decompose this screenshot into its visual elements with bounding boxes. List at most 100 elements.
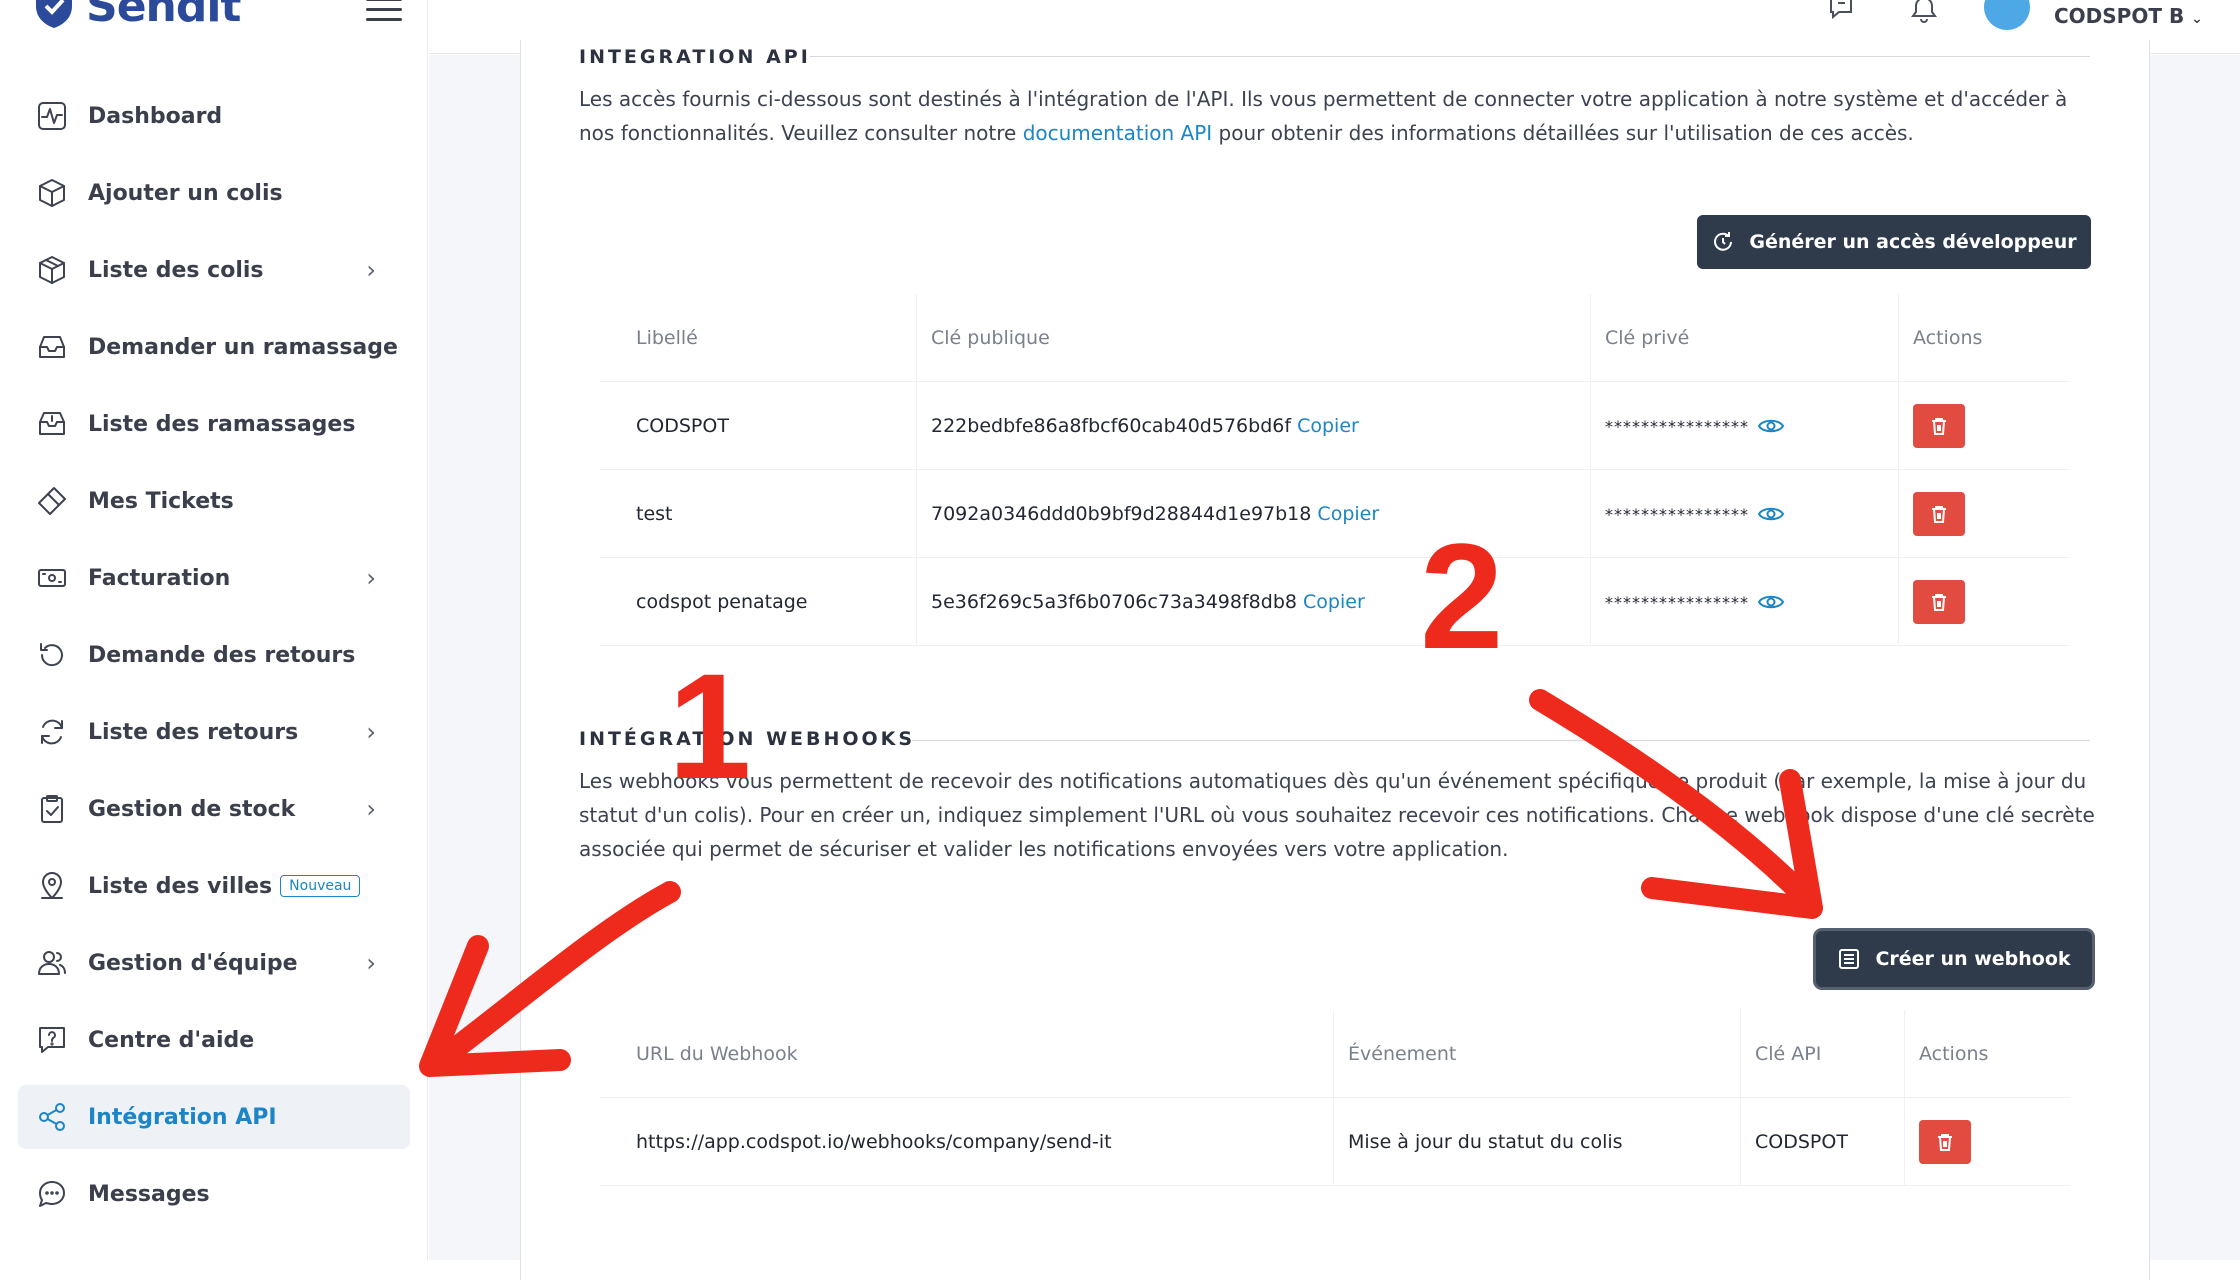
column-header: Événement bbox=[1333, 1010, 1740, 1098]
key-label: CODSPOT bbox=[600, 382, 916, 470]
sidebar-item-label: Ajouter un colis bbox=[88, 180, 283, 206]
sidebar: Sendit Dashboard Ajouter un colis Liste … bbox=[0, 0, 428, 1260]
table-header-row: URL du Webhook Événement Clé API Actions bbox=[600, 1010, 2070, 1098]
generate-button-label: Générer un accès développeur bbox=[1749, 231, 2077, 253]
table-header-row: Libellé Clé publique Clé privé Actions bbox=[600, 294, 2070, 382]
ticket-icon bbox=[34, 483, 70, 519]
public-key: 5e36f269c5a3f6b0706c73a3498f8db8 bbox=[931, 590, 1297, 613]
webhooks-description: Les webhooks vous permettent de recevoir… bbox=[579, 769, 2095, 861]
chat-bubbles-icon[interactable] bbox=[1825, 0, 1859, 28]
sidebar-item-label: Centre d'aide bbox=[88, 1027, 255, 1053]
sidebar-item-return-list[interactable]: Liste des retours › bbox=[18, 700, 410, 764]
create-webhook-button[interactable]: Créer un webhook bbox=[1816, 931, 2092, 987]
sidebar-item-request-pickup[interactable]: Demander un ramassage bbox=[18, 315, 410, 379]
table-row: CODSPOT 222bedbfe86a8fbcf60cab40d576bd6f… bbox=[600, 382, 2070, 470]
sidebar-item-team[interactable]: Gestion d'équipe › bbox=[18, 931, 410, 995]
private-key-cell: **************** bbox=[1590, 558, 1898, 646]
sidebar-item-label: Intégration API bbox=[88, 1104, 277, 1130]
copy-link[interactable]: Copier bbox=[1303, 591, 1365, 613]
refresh-icon bbox=[1714, 232, 1733, 251]
pulse-icon bbox=[34, 98, 70, 134]
sidebar-item-label: Demande des retours bbox=[88, 642, 356, 668]
chevron-right-icon: › bbox=[366, 256, 376, 284]
sidebar-item-parcel-list[interactable]: Liste des colis › bbox=[18, 238, 410, 302]
copy-link[interactable]: Copier bbox=[1297, 415, 1359, 437]
sidebar-item-label: Messages bbox=[88, 1181, 210, 1207]
public-key: 7092a0346ddd0b9bf9d28844d1e97b18 bbox=[931, 502, 1312, 525]
sidebar-item-label: Demander un ramassage bbox=[88, 334, 398, 360]
sidebar-item-help[interactable]: Centre d'aide bbox=[18, 1008, 410, 1072]
delete-button[interactable] bbox=[1919, 1119, 1971, 1164]
generate-developer-access-button[interactable]: Générer un accès développeur bbox=[1697, 215, 2091, 269]
trash-icon bbox=[1932, 505, 1946, 523]
delete-button[interactable] bbox=[1913, 403, 1965, 448]
chevron-down-icon: ⌄ bbox=[2191, 11, 2203, 27]
sidebar-item-label: Liste des colis bbox=[88, 257, 264, 283]
public-key-cell: 222bedbfe86a8fbcf60cab40d576bd6f Copier bbox=[916, 382, 1590, 470]
chevron-right-icon: › bbox=[366, 949, 376, 977]
documentation-link[interactable]: documentation API bbox=[1023, 121, 1212, 145]
webhook-api-key: CODSPOT bbox=[1740, 1098, 1904, 1186]
eye-icon[interactable] bbox=[1757, 592, 1785, 612]
column-header: Clé publique bbox=[916, 294, 1590, 382]
brand-name: Sendit bbox=[86, 0, 241, 32]
new-badge: Nouveau bbox=[280, 875, 361, 897]
delete-button[interactable] bbox=[1913, 491, 1965, 536]
sidebar-item-stock[interactable]: Gestion de stock › bbox=[18, 777, 410, 841]
eye-icon[interactable] bbox=[1757, 416, 1785, 436]
share-icon bbox=[34, 1099, 70, 1135]
column-header: Actions bbox=[1898, 294, 2070, 382]
inbox-icon bbox=[34, 329, 70, 365]
sidebar-item-label: Dashboard bbox=[88, 103, 223, 129]
shield-logo-icon bbox=[36, 0, 72, 28]
masked-private-key: **************** bbox=[1605, 504, 1749, 524]
brand-logo[interactable]: Sendit bbox=[32, 0, 241, 36]
actions-cell bbox=[1898, 558, 2070, 646]
sidebar-item-tickets[interactable]: Mes Tickets bbox=[18, 469, 410, 533]
sidebar-item-dashboard[interactable]: Dashboard bbox=[18, 84, 410, 148]
refresh-icon bbox=[34, 714, 70, 750]
box-icon bbox=[34, 175, 70, 211]
eye-icon[interactable] bbox=[1757, 504, 1785, 524]
webhook-event: Mise à jour du statut du colis bbox=[1333, 1098, 1740, 1186]
sidebar-item-cities[interactable]: Liste des villes Nouveau bbox=[18, 854, 410, 918]
sidebar-item-api-integration[interactable]: Intégration API bbox=[18, 1085, 410, 1149]
copy-link[interactable]: Copier bbox=[1317, 503, 1379, 525]
actions-cell bbox=[1898, 470, 2070, 558]
private-key-cell: **************** bbox=[1590, 382, 1898, 470]
create-webhook-label: Créer un webhook bbox=[1875, 948, 2071, 970]
sidebar-item-billing[interactable]: Facturation › bbox=[18, 546, 410, 610]
list-icon bbox=[1839, 949, 1860, 969]
sidebar-item-label: Gestion de stock bbox=[88, 796, 296, 822]
trash-icon bbox=[1932, 593, 1946, 611]
bell-icon[interactable] bbox=[1907, 0, 1941, 28]
sidebar-item-label: Liste des retours bbox=[88, 719, 299, 745]
key-label: test bbox=[600, 470, 916, 558]
trash-icon bbox=[1938, 1133, 1952, 1151]
help-icon bbox=[34, 1022, 70, 1058]
api-keys-table: Libellé Clé publique Clé privé Actions C… bbox=[600, 294, 2070, 646]
delete-button[interactable] bbox=[1913, 579, 1965, 624]
masked-private-key: **************** bbox=[1605, 416, 1749, 436]
sidebar-item-pickup-list[interactable]: Liste des ramassages bbox=[18, 392, 410, 456]
clipboard-icon bbox=[34, 791, 70, 827]
menu-toggle-icon[interactable] bbox=[366, 0, 402, 22]
annotation-step-2: 2 bbox=[1420, 512, 1504, 680]
column-header: Clé API bbox=[1740, 1010, 1904, 1098]
chat-icon bbox=[34, 1176, 70, 1212]
webhooks-table: URL du Webhook Événement Clé API Actions… bbox=[600, 1010, 2070, 1186]
sidebar-item-return-request[interactable]: Demande des retours bbox=[18, 623, 410, 687]
chevron-right-icon: › bbox=[366, 718, 376, 746]
avatar[interactable] bbox=[1984, 0, 2030, 30]
api-description-text-end: pour obtenir des informations détaillées… bbox=[1212, 121, 1914, 145]
actions-cell bbox=[1898, 382, 2070, 470]
sidebar-item-label: Mes Tickets bbox=[88, 488, 234, 514]
webhook-url: https://app.codspot.io/webhooks/company/… bbox=[600, 1098, 1333, 1186]
table-row: codspot penatage 5e36f269c5a3f6b0706c73a… bbox=[600, 558, 2070, 646]
sidebar-item-messages[interactable]: Messages bbox=[18, 1162, 410, 1226]
sidebar-item-label: Liste des ramassages bbox=[88, 411, 356, 437]
sidebar-item-add-parcel[interactable]: Ajouter un colis bbox=[18, 161, 410, 225]
bill-icon bbox=[34, 560, 70, 596]
user-menu[interactable]: CODSPOT B ⌄ bbox=[2054, 4, 2203, 28]
table-row: https://app.codspot.io/webhooks/company/… bbox=[600, 1098, 2070, 1186]
